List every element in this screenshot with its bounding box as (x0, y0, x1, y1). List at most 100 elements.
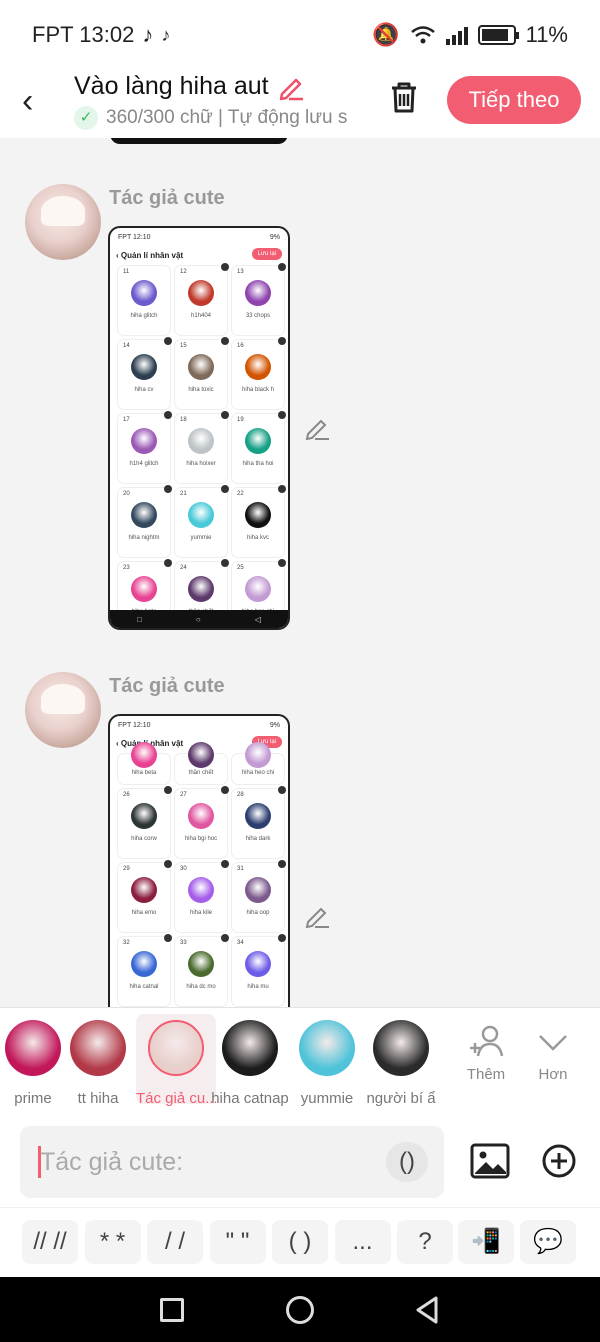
more-characters-button[interactable]: Hơn (523, 1022, 583, 1083)
word-count-status: 360/300 chữ | Tự động lưu s (106, 107, 348, 128)
character-name: người bí ẩ (366, 1090, 436, 1107)
image-icon[interactable] (470, 1143, 510, 1179)
card-number: 14 (123, 343, 130, 349)
card-name: yummie (190, 535, 212, 541)
symbol-button[interactable]: ? (397, 1220, 453, 1264)
signal-icon (445, 25, 468, 45)
remove-dot-icon (278, 485, 286, 493)
card-name: thần chết (188, 770, 214, 776)
character-option[interactable]: yummie (287, 1018, 367, 1107)
save-status-row: ✓ 360/300 chữ | Tự động lưu s (74, 106, 364, 130)
back-triangle-icon[interactable] (414, 1295, 440, 1325)
shot-status: FPT 12:10 9% (110, 716, 288, 734)
remove-dot-icon (221, 263, 229, 271)
character-name: tt hiha (77, 1090, 119, 1107)
remove-dot-icon (278, 860, 286, 868)
character-card: 13 33 chops (232, 263, 286, 335)
chat-area[interactable]: Tác giả cute FPT 12:10 9% ‹ Quản lí nhân … (0, 138, 600, 1007)
pencil-icon[interactable] (277, 73, 305, 101)
card-name: hiha dc mo (186, 984, 216, 990)
status-left: FPT 13:02 ♪ ♪ (32, 22, 170, 48)
symbol-button[interactable]: ( ) (272, 1220, 328, 1264)
edit-message-icon[interactable] (305, 902, 331, 928)
card-number: 29 (123, 866, 130, 872)
parenthesis-button[interactable]: () (386, 1142, 428, 1182)
card-name: hiha toxic (188, 387, 214, 393)
battery-level: 11% (525, 22, 568, 47)
card-avatar (131, 951, 157, 977)
character-card: 34 hiha mu (232, 934, 286, 1006)
edit-message-icon[interactable] (305, 414, 331, 440)
symbol-button[interactable]: // // (22, 1220, 78, 1264)
chat-bubble-icon[interactable]: 💬 (520, 1220, 576, 1264)
story-title[interactable]: Vào làng hiha aut (74, 72, 269, 101)
symbol-button[interactable]: / / (147, 1220, 203, 1264)
card-avatar (188, 803, 214, 829)
character-option[interactable]: người bí ẩ (361, 1018, 441, 1107)
card-name: 33 chops (245, 313, 271, 319)
remove-dot-icon (221, 485, 229, 493)
message-input[interactable]: Tác giả cute: () (20, 1126, 444, 1198)
character-selector: Thêm Hơn prime tt hiha Tác giả cu... hiha c… (0, 1007, 600, 1115)
card-avatar (188, 951, 214, 977)
remove-dot-icon (278, 411, 286, 419)
back-arrow-icon[interactable]: ‹ (22, 82, 33, 121)
previous-screenshot[interactable] (110, 138, 288, 144)
character-option[interactable]: hiha catnap (210, 1018, 290, 1107)
card-name: hiha bgi hoc (184, 836, 218, 842)
card-avatar (245, 951, 271, 977)
card-number: 22 (237, 491, 244, 497)
shot-status: FPT 12:10 9% (110, 228, 288, 246)
add-circle-icon[interactable] (541, 1143, 577, 1179)
remove-dot-icon (164, 786, 172, 794)
character-card: 15 hiha toxic (175, 337, 229, 409)
symbol-button[interactable]: * * (84, 1220, 141, 1264)
character-option[interactable]: tt hiha (58, 1018, 138, 1107)
author-avatar[interactable] (25, 184, 101, 260)
status-time: FPT 13:02 (32, 22, 135, 47)
character-option[interactable]: Tác giả cu... (136, 1014, 216, 1107)
next-button[interactable]: Tiếp theo (447, 76, 581, 124)
recent-apps-icon[interactable] (160, 1298, 184, 1322)
character-card: 26 hiha corw (118, 786, 172, 858)
shot-time: FPT 12:10 (118, 234, 151, 241)
card-name: hiha beta (131, 770, 157, 776)
tiktok-icon-2: ♪ (161, 24, 171, 45)
character-avatar (70, 1020, 126, 1076)
card-number: 32 (123, 940, 130, 946)
screenshot-image[interactable]: FPT 12:10 9% ‹ Quản lí nhân vật Lưu lại 11… (108, 226, 290, 630)
remove-dot-icon (221, 411, 229, 419)
phone-transfer-icon[interactable]: 📲 (458, 1220, 514, 1264)
trash-icon[interactable] (388, 80, 420, 114)
remove-dot-icon (164, 934, 172, 942)
card-number: 23 (123, 565, 130, 571)
system-nav-bar (0, 1277, 600, 1342)
remove-dot-icon (164, 337, 172, 345)
card-name: hiha glitch (130, 313, 158, 319)
character-name: Tác giả cu... (136, 1090, 216, 1107)
character-card: 18 hiha hoixer (175, 411, 229, 483)
card-avatar (245, 428, 271, 454)
home-icon[interactable] (286, 1296, 314, 1324)
card-name: hiha heo chi (241, 770, 275, 776)
card-name: hiha dark (245, 836, 271, 842)
card-name: hiha cv (134, 387, 154, 393)
check-icon: ✓ (74, 106, 98, 130)
add-character-button[interactable]: Thêm (456, 1022, 516, 1083)
remove-dot-icon (221, 786, 229, 794)
card-name: hiha emo (131, 910, 157, 916)
remove-dot-icon (221, 337, 229, 345)
screenshot-image[interactable]: FPT 12:10 9% ‹ Quản lí nhân vật Lưu lại hi… (108, 714, 290, 1007)
author-avatar[interactable] (25, 672, 101, 748)
card-avatar (188, 354, 214, 380)
character-name: yummie (300, 1090, 354, 1107)
character-card: 14 hiha cv (118, 337, 172, 409)
card-name: hiha black h (241, 387, 275, 393)
character-card: 19 hiha tha hoi (232, 411, 286, 483)
symbol-button[interactable]: ... (334, 1220, 391, 1264)
character-card: hiha beta (118, 742, 170, 784)
shot-header: ‹ Quản lí nhân vật Lưu lại (110, 246, 288, 264)
author-name: Tác giả cute (109, 675, 225, 697)
symbol-button[interactable]: " " (209, 1220, 266, 1264)
card-avatar (131, 502, 157, 528)
